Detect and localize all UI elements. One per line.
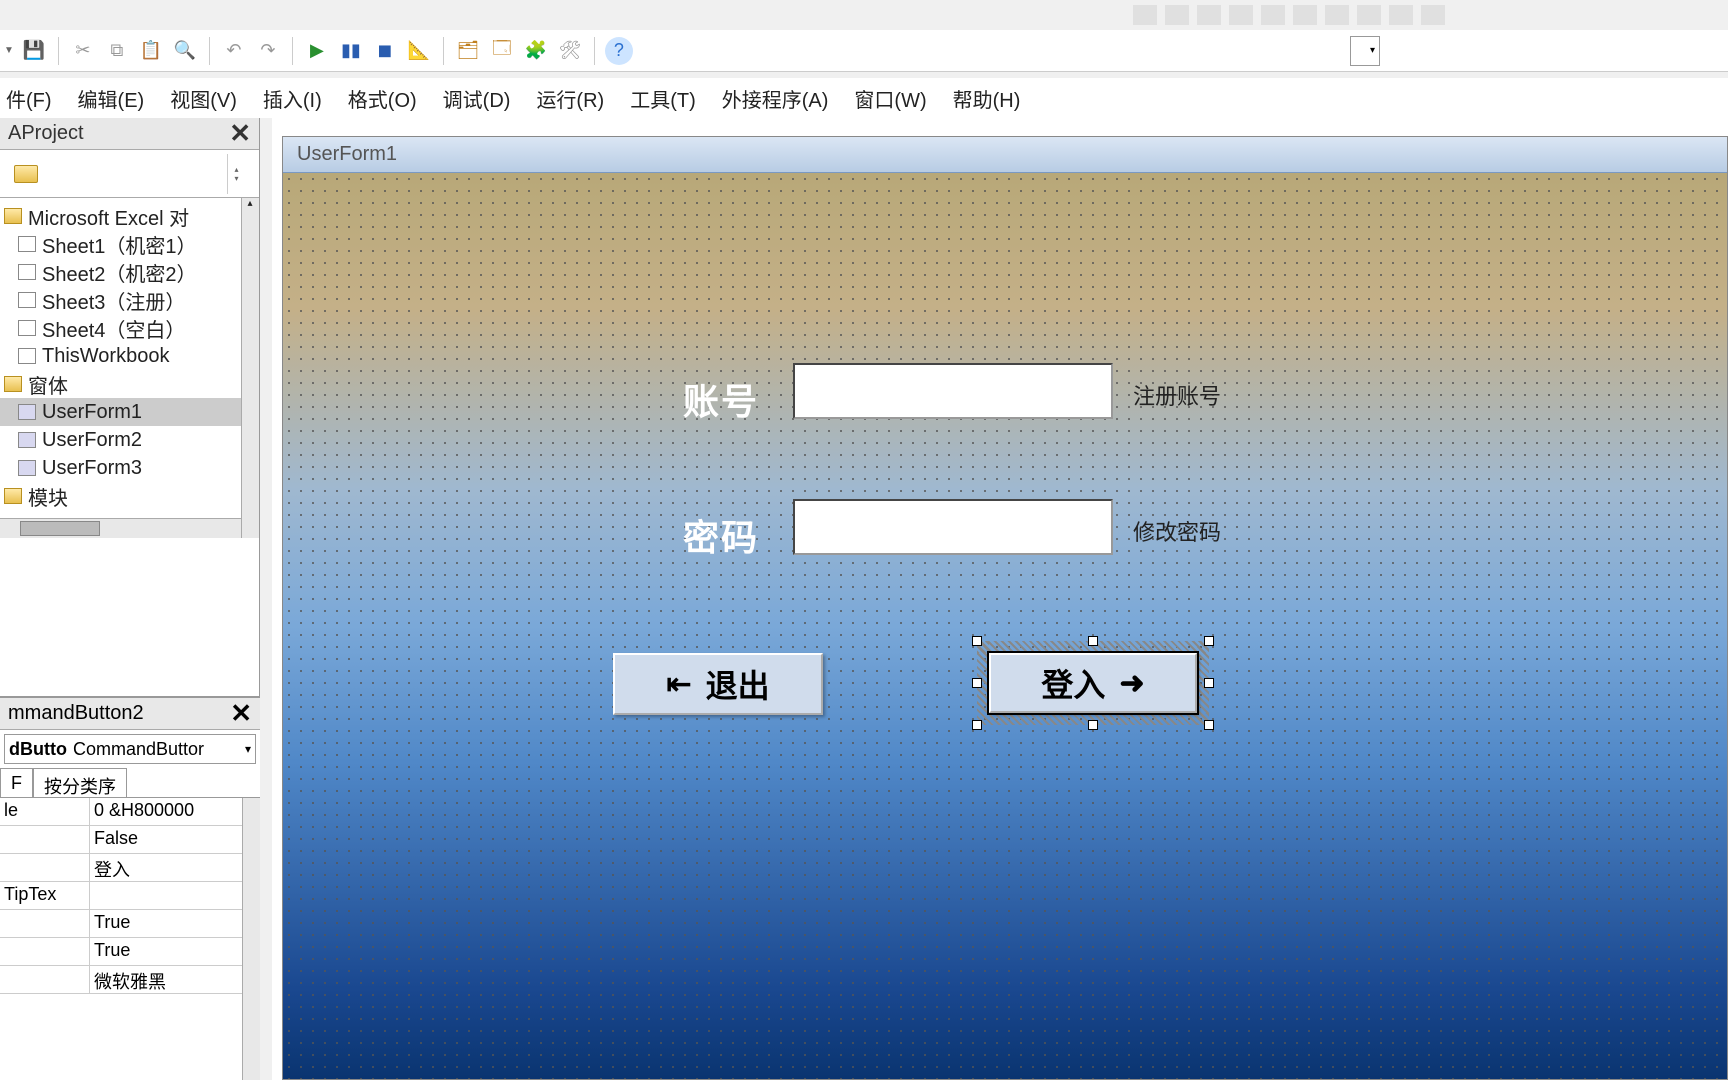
property-row[interactable]: le0 &H800000 (0, 798, 260, 826)
textbox-password[interactable] (793, 499, 1113, 555)
tree-node-excel-objects[interactable]: Microsoft Excel 对 (0, 202, 259, 230)
toolbar-separator (209, 37, 210, 65)
project-explorer-icon[interactable]: 🗂 (454, 37, 482, 65)
save-icon[interactable]: 💾 (20, 37, 48, 65)
form-titlebar[interactable]: UserForm1 (283, 137, 1727, 173)
tree-h-scrollbar[interactable] (0, 518, 241, 538)
folder-icon[interactable] (14, 165, 38, 183)
menu-run[interactable]: 运行(R) (536, 84, 604, 113)
left-panels: AProject ✕ ▴▾ Microsoft Excel 对 Sheet1（机… (0, 118, 260, 1080)
menu-debug[interactable]: 调试(D) (443, 84, 511, 113)
toolbar-separator (58, 37, 59, 65)
toolbar-separator (594, 37, 595, 65)
menu-file[interactable]: 件(F) (6, 84, 52, 113)
property-row[interactable]: 微软雅黑 (0, 966, 260, 994)
button-exit[interactable]: ⇤ 退出 (613, 653, 823, 715)
project-explorer-title: AProject (8, 122, 84, 145)
standard-toolbar: ▼ 💾 ✂ ⧉ 📋 🔍 ↶ ↷ ▶ ▮▮ ◼ 📐 🗂 🗔 🧩 🛠 ? ▾ (0, 30, 1728, 72)
tab-alphabetic[interactable]: F (0, 768, 33, 797)
selection-handles[interactable] (977, 641, 1209, 725)
tree-node-sheet[interactable]: Sheet1（机密1） (0, 230, 259, 258)
pause-icon[interactable]: ▮▮ (337, 37, 365, 65)
property-row[interactable]: False (0, 826, 260, 854)
project-tree[interactable]: Microsoft Excel 对 Sheet1（机密1） Sheet2（机密2… (0, 198, 259, 538)
menu-tools[interactable]: 工具(T) (630, 84, 696, 113)
object-browser-icon[interactable]: 🧩 (522, 37, 550, 65)
label-password[interactable]: 密码 (683, 509, 759, 561)
menu-edit[interactable]: 编辑(E) (78, 84, 145, 113)
tree-node-thisworkbook[interactable]: ThisWorkbook (0, 342, 259, 370)
help-icon[interactable]: ? (605, 37, 633, 65)
design-mode-icon[interactable]: 📐 (405, 37, 433, 65)
menu-format[interactable]: 格式(O) (348, 84, 417, 113)
cut-icon[interactable]: ✂ (69, 37, 97, 65)
find-icon[interactable]: 🔍 (171, 37, 199, 65)
tree-node-userform1[interactable]: UserForm1 (0, 398, 259, 426)
form-window[interactable]: UserForm1 账号 注册账号 密码 修改密码 ⇤ 退出 登入 ➜ (282, 136, 1728, 1080)
properties-header: mmandButton2 ✕ (0, 698, 260, 730)
tree-node-modules-folder[interactable]: 模块 (0, 482, 259, 510)
close-icon[interactable]: ✕ (230, 698, 252, 729)
toolbar-dropdown-icon[interactable]: ▼ (4, 45, 14, 56)
link-register-account[interactable]: 注册账号 (1133, 379, 1221, 411)
properties-panel: mmandButton2 ✕ dButto CommandButtor ▾ F … (0, 696, 260, 1080)
toolbar-combo[interactable]: ▾ (1350, 36, 1380, 66)
run-icon[interactable]: ▶ (303, 37, 331, 65)
undo-icon[interactable]: ↶ (220, 37, 248, 65)
form-title: UserForm1 (297, 143, 397, 166)
paste-icon[interactable]: 📋 (137, 37, 165, 65)
menu-window[interactable]: 窗口(W) (854, 84, 926, 113)
tree-node-sheet[interactable]: Sheet4（空白） (0, 314, 259, 342)
copy-icon[interactable]: ⧉ (103, 37, 131, 65)
property-row[interactable]: 登入 (0, 854, 260, 882)
toolbar-separator (292, 37, 293, 65)
project-explorer-toolbar: ▴▾ (0, 150, 259, 198)
textbox-account[interactable] (793, 363, 1113, 419)
label-account[interactable]: 账号 (683, 373, 759, 425)
menu-view[interactable]: 视图(V) (170, 84, 237, 113)
tree-v-scrollbar[interactable]: ▴ (241, 198, 259, 538)
menu-bar: 件(F) 编辑(E) 视图(V) 插入(I) 格式(O) 调试(D) 运行(R)… (0, 78, 1728, 118)
tree-node-sheet[interactable]: Sheet3（注册） (0, 286, 259, 314)
upper-ribbon-remnant (1128, 0, 1728, 30)
form-designer: UserForm1 账号 注册账号 密码 修改密码 ⇤ 退出 登入 ➜ (272, 118, 1728, 1080)
properties-title: mmandButton2 (8, 702, 144, 725)
tree-node-userform3[interactable]: UserForm3 (0, 454, 259, 482)
tree-node-userform2[interactable]: UserForm2 (0, 426, 259, 454)
toolbox-icon[interactable]: 🛠 (556, 37, 584, 65)
properties-object-selector[interactable]: dButto CommandButtor ▾ (4, 734, 256, 764)
menu-insert[interactable]: 插入(I) (263, 84, 322, 113)
properties-grid[interactable]: le0 &H800000 False 登入 TipTex True True 微… (0, 798, 260, 994)
properties-tabs: F 按分类序 (0, 768, 260, 798)
property-row[interactable]: TipTex (0, 882, 260, 910)
toolbar-scroll-arrows[interactable]: ▴▾ (227, 154, 245, 194)
tree-node-forms-folder[interactable]: 窗体 (0, 370, 259, 398)
properties-v-scrollbar[interactable] (242, 798, 260, 1080)
link-change-password[interactable]: 修改密码 (1133, 515, 1221, 547)
tree-node-sheet[interactable]: Sheet2（机密2） (0, 258, 259, 286)
project-explorer-header: AProject ✕ (0, 118, 259, 150)
close-icon[interactable]: ✕ (229, 118, 251, 149)
stop-icon[interactable]: ◼ (371, 37, 399, 65)
exit-icon: ⇤ (666, 667, 691, 702)
redo-icon[interactable]: ↷ (254, 37, 282, 65)
toolbar-separator (443, 37, 444, 65)
property-row[interactable]: True (0, 910, 260, 938)
menu-help[interactable]: 帮助(H) (953, 84, 1021, 113)
property-row[interactable]: True (0, 938, 260, 966)
menu-addins[interactable]: 外接程序(A) (722, 84, 829, 113)
properties-icon[interactable]: 🗔 (488, 37, 516, 65)
form-canvas[interactable]: 账号 注册账号 密码 修改密码 ⇤ 退出 登入 ➜ (283, 173, 1727, 1079)
tab-categorized[interactable]: 按分类序 (33, 768, 127, 797)
